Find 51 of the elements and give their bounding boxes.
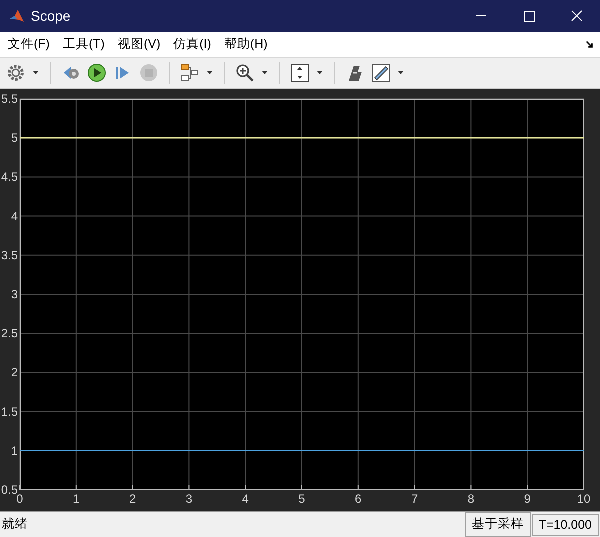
- x-tick-label: 7: [411, 492, 418, 506]
- menu-item[interactable]: 文件(F): [7, 35, 51, 54]
- status-message: 就绪: [1, 516, 29, 533]
- status-time: T=10.000: [532, 514, 599, 536]
- stop-icon: [139, 63, 159, 83]
- y-tick-label: 3.5: [1, 248, 18, 262]
- x-tick-label: 9: [524, 492, 531, 506]
- x-tick-label: 0: [16, 492, 24, 506]
- y-tick-label: 5: [11, 131, 18, 146]
- x-tick-label: 2: [129, 492, 136, 506]
- menu-item[interactable]: 帮助(H): [223, 35, 269, 54]
- fit-icon: [290, 63, 310, 83]
- zoom-in-button[interactable]: [234, 62, 256, 84]
- y-tick-label: 5.5: [1, 92, 18, 106]
- gear-button[interactable]: [5, 62, 27, 84]
- x-tick-label: 6: [355, 492, 362, 506]
- arrow-icon[interactable]: [585, 40, 594, 49]
- status-mode: 基于采样: [464, 512, 531, 537]
- ruler-icon: [371, 63, 391, 83]
- caret-icon[interactable]: [30, 71, 42, 75]
- x-tick-label: 10: [577, 492, 591, 506]
- gear-icon: [6, 63, 26, 83]
- menu-item[interactable]: 仿真(I): [172, 35, 212, 54]
- y-tick-label: 2.5: [1, 326, 18, 341]
- y-tick-label: 1: [11, 444, 18, 458]
- y-tick-label: 4: [11, 209, 18, 224]
- ruler-button[interactable]: [370, 62, 392, 84]
- y-tick-label: 0.5: [1, 483, 18, 497]
- y-tick-label: 2: [11, 366, 18, 380]
- caret-icon[interactable]: [259, 71, 271, 75]
- play-icon: [87, 63, 107, 83]
- y-tick-label: 4.5: [1, 170, 18, 184]
- zoom-in-icon: [235, 63, 255, 83]
- block-diagram-button[interactable]: [179, 62, 201, 84]
- x-tick-label: 1: [73, 492, 80, 506]
- fit-button[interactable]: [289, 62, 311, 84]
- app-icon: [9, 8, 25, 24]
- x-tick-label: 8: [468, 492, 475, 506]
- menu-item[interactable]: 视图(V): [116, 35, 162, 54]
- caret-icon[interactable]: [204, 71, 216, 75]
- block-diagram-icon: [180, 63, 200, 83]
- y-tick-label: 1.5: [1, 404, 18, 419]
- window-title: Scope: [31, 8, 72, 24]
- play-button[interactable]: [86, 62, 108, 84]
- caret-icon[interactable]: [314, 71, 326, 75]
- x-tick-label: 4: [242, 492, 249, 506]
- menu-item[interactable]: 工具(T): [62, 35, 106, 54]
- x-tick-label: 5: [298, 492, 306, 506]
- x-tick-label: 3: [186, 492, 193, 506]
- y-tick-label: 3: [11, 288, 18, 302]
- caret-icon[interactable]: [395, 71, 407, 75]
